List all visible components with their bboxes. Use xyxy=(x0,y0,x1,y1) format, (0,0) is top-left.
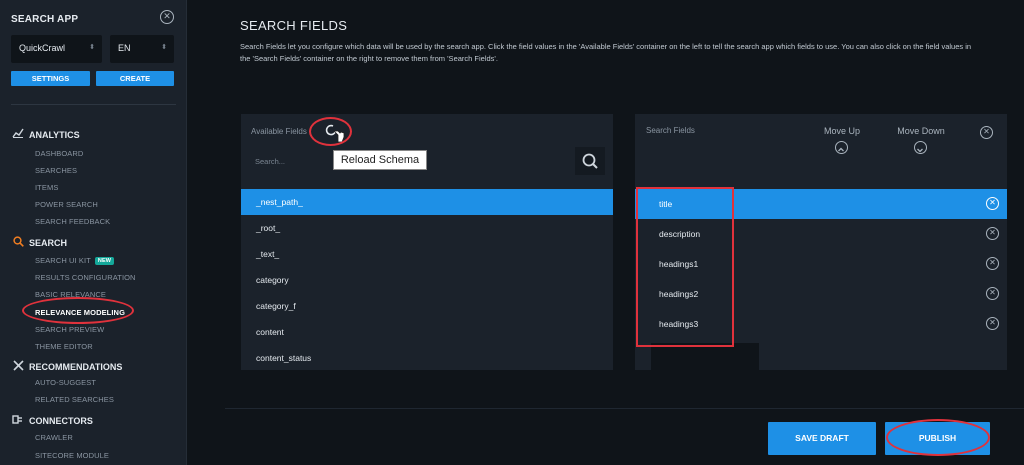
remove-field-icon[interactable]: ✕ xyxy=(986,197,999,210)
remove-field-icon[interactable]: ✕ xyxy=(986,227,999,240)
field-name: headings3 xyxy=(659,319,699,329)
settings-button[interactable]: SETTINGS xyxy=(11,71,90,86)
sidebar-item-sitecore-module[interactable]: SITECORE MODULE xyxy=(35,451,109,460)
page-description: Search Fields let you configure which da… xyxy=(240,42,972,63)
search-fields-panel: Search Fields Move Up Move Down ✕ title … xyxy=(635,114,1007,370)
sidebar-divider xyxy=(11,104,176,105)
shuffle-icon xyxy=(11,360,25,374)
sidebar-item-searches[interactable]: SEARCHES xyxy=(35,166,77,175)
search-icon xyxy=(582,153,598,169)
publish-button[interactable]: PUBLISH xyxy=(885,422,990,455)
remove-field-icon[interactable]: ✕ xyxy=(986,257,999,270)
field-name: description xyxy=(659,229,701,239)
sidebar-item-dashboard[interactable]: DASHBOARD xyxy=(35,149,83,158)
chart-icon xyxy=(11,128,25,141)
drag-placeholder xyxy=(651,343,759,370)
save-draft-button[interactable]: SAVE DRAFT xyxy=(768,422,876,455)
list-item[interactable]: content xyxy=(241,319,613,345)
search-icon xyxy=(11,236,25,250)
create-button[interactable]: CREATE xyxy=(96,71,174,86)
sidebar-section-label: RECOMMENDATIONS xyxy=(29,362,123,372)
remove-field-icon[interactable]: ✕ xyxy=(986,317,999,330)
list-item[interactable]: _nest_path_ xyxy=(241,189,613,215)
sidebar-item-relevance-modeling[interactable]: RELEVANCE MODELING xyxy=(35,308,125,317)
chevron-updown-icon: ⬍ xyxy=(89,44,95,51)
available-fields-list: _nest_path_ _root_ _text_ category categ… xyxy=(241,189,613,371)
sidebar-section-label: SEARCH xyxy=(29,238,68,248)
sidebar-item-search-preview[interactable]: SEARCH PREVIEW xyxy=(35,325,104,334)
move-up-button[interactable] xyxy=(835,141,848,154)
move-down-label: Move Down xyxy=(897,126,945,136)
sidebar-item-basic-relevance[interactable]: BASIC RELEVANCE xyxy=(35,290,106,299)
list-item[interactable]: _text_ xyxy=(241,241,613,267)
remove-field-icon[interactable]: ✕ xyxy=(986,287,999,300)
list-item[interactable]: category xyxy=(241,267,613,293)
sidebar-item-theme-editor[interactable]: THEME EDITOR xyxy=(35,342,93,351)
sidebar-item-items[interactable]: ITEMS xyxy=(35,183,58,192)
reload-icon xyxy=(325,124,345,143)
field-name: headings2 xyxy=(659,289,699,299)
new-badge: NEW xyxy=(94,257,115,265)
lang-select[interactable]: EN ⬍ xyxy=(110,35,174,63)
table-row[interactable]: title ✕ xyxy=(635,189,1007,219)
move-up-label: Move Up xyxy=(823,126,860,136)
table-row[interactable]: headings2 ✕ xyxy=(635,279,1007,309)
close-circle-icon[interactable]: ✕ xyxy=(160,10,174,24)
list-item[interactable]: content_status xyxy=(241,345,613,371)
table-row[interactable]: description ✕ xyxy=(635,219,1007,249)
sidebar-section-label: CONNECTORS xyxy=(29,416,93,426)
available-fields-panel: Available Fields _nest_path_ _root_ _tex… xyxy=(241,114,613,370)
field-name: title xyxy=(659,199,673,209)
app-select-value: QuickCrawl xyxy=(19,43,66,53)
sidebar-item-related-searches[interactable]: RELATED SEARCHES xyxy=(35,395,114,404)
move-down-button[interactable] xyxy=(914,141,927,154)
sidebar-item-search-feedback[interactable]: SEARCH FEEDBACK xyxy=(35,217,110,226)
search-button[interactable] xyxy=(575,147,605,175)
search-fields-list: title ✕ description ✕ headings1 ✕ headin… xyxy=(635,189,1007,339)
lang-select-value: EN xyxy=(118,43,131,53)
table-row[interactable]: headings3 ✕ xyxy=(635,309,1007,339)
available-search xyxy=(249,147,607,175)
table-row[interactable]: headings1 ✕ xyxy=(635,249,1007,279)
sidebar-item-auto-suggest[interactable]: AUTO-SUGGEST xyxy=(35,378,96,387)
drag-placeholder xyxy=(759,343,901,370)
sidebar-section-recommendations[interactable]: RECOMMENDATIONS xyxy=(11,360,122,374)
search-fields-label: Search Fields xyxy=(646,126,695,135)
sidebar-section-analytics[interactable]: ANALYTICS xyxy=(11,128,80,141)
list-item[interactable]: category_f xyxy=(241,293,613,319)
chevron-up-icon xyxy=(838,147,844,152)
sidebar-item-results-configuration[interactable]: RESULTS CONFIGURATION xyxy=(35,273,136,282)
sidebar-item-power-search[interactable]: POWER SEARCH xyxy=(35,200,98,209)
reload-schema-tooltip: Reload Schema xyxy=(333,150,427,170)
chevron-down-icon xyxy=(917,148,923,153)
page-title: SEARCH FIELDS xyxy=(240,18,348,33)
list-item[interactable]: _root_ xyxy=(241,215,613,241)
app-select[interactable]: QuickCrawl ⬍ xyxy=(11,35,102,63)
sidebar-section-connectors[interactable]: CONNECTORS xyxy=(11,414,93,428)
sidebar-item-label: SEARCH UI KIT xyxy=(35,256,91,265)
remove-all-button[interactable]: ✕ xyxy=(980,126,993,139)
sidebar: SEARCH APP ✕ QuickCrawl ⬍ EN ⬍ SETTINGS … xyxy=(0,0,187,465)
sidebar-section-label: ANALYTICS xyxy=(29,129,80,140)
sidebar-item-crawler[interactable]: CRAWLER xyxy=(35,433,73,442)
plug-icon xyxy=(11,414,25,428)
reload-schema-button[interactable] xyxy=(323,121,347,143)
field-name: headings1 xyxy=(659,259,699,269)
sidebar-section-search[interactable]: SEARCH xyxy=(11,236,67,250)
footer-divider xyxy=(225,408,1024,409)
sidebar-item-search-ui-kit[interactable]: SEARCH UI KIT NEW xyxy=(35,256,115,265)
chevron-updown-icon: ⬍ xyxy=(161,44,167,51)
available-fields-label: Available Fields xyxy=(251,127,307,136)
sidebar-title: SEARCH APP xyxy=(11,14,79,25)
close-icon: ✕ xyxy=(983,127,990,136)
